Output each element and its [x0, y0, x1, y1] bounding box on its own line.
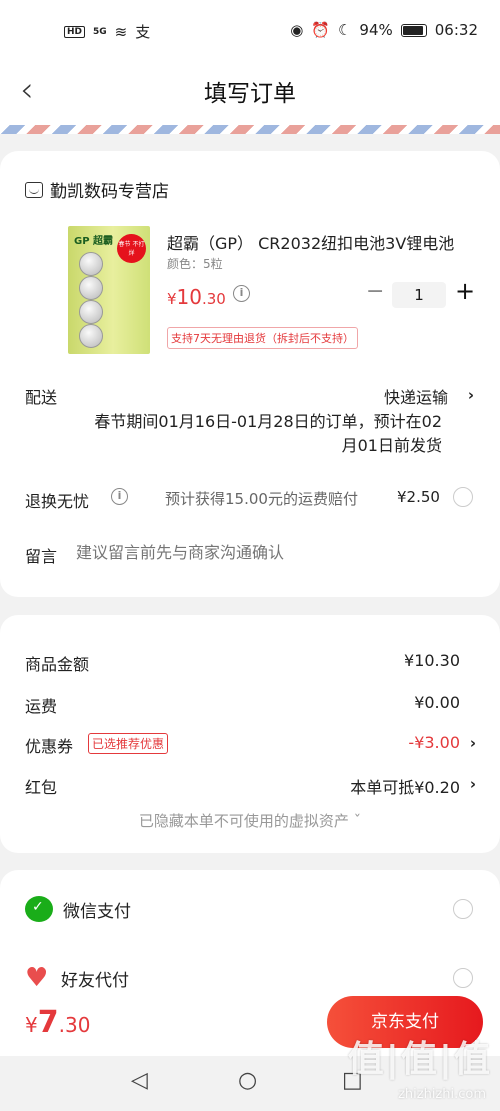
- watermark-logo: 值|值|值: [347, 1039, 492, 1080]
- wifi-icon: ≋: [114, 22, 128, 41]
- message-input[interactable]: [76, 543, 436, 562]
- hd-indicator: HD: [64, 25, 86, 38]
- nav-bar: ‹ 填写订单: [0, 60, 500, 128]
- product-image-brand: GP 超霸: [74, 236, 114, 247]
- battery-cell-2: [79, 276, 103, 300]
- shop-header[interactable]: 勤凯数码专营店: [25, 177, 169, 202]
- clock: 06:32: [434, 21, 478, 39]
- battery-cell-1: [79, 252, 103, 276]
- delivery-note: 春节期间01月16日-01月28日的订单，预计在02月01日前发货: [94, 412, 442, 455]
- address-envelope-border: [0, 125, 500, 134]
- festival-badge: 春节 不打烊: [117, 234, 146, 263]
- returns-label: 退换无忧: [25, 492, 90, 511]
- price-info-icon[interactable]: i: [233, 285, 250, 302]
- nav-back-icon[interactable]: ◁: [131, 1068, 148, 1093]
- total-int: 7: [37, 1005, 59, 1040]
- shipping-value: ¥0.00: [414, 693, 460, 712]
- wechat-radio[interactable]: [453, 899, 473, 919]
- returns-price: ¥2.50: [397, 488, 440, 506]
- status-bar: HD 5G ≋ 支 ◉ ⏰ ☾ 94% 06:32: [0, 0, 500, 60]
- shipping-label: 运费: [25, 697, 58, 716]
- alipay-icon: 支: [135, 23, 151, 41]
- returns-text: 预计获得15.00元的运费赔付: [165, 490, 358, 508]
- price-dec: .30: [202, 290, 226, 308]
- chevron-right-icon[interactable]: ›: [470, 775, 476, 793]
- wechat-pay-icon: [25, 896, 53, 922]
- signal-icon: 5G: [93, 26, 107, 37]
- friend-pay-label: 好友代付: [61, 970, 129, 991]
- battery-icon: [400, 23, 427, 37]
- product-name[interactable]: 超霸（GP） CR2032纽扣电池3V锂电池: [167, 230, 467, 254]
- returns-info-icon[interactable]: i: [111, 488, 128, 505]
- friend-radio[interactable]: [453, 968, 473, 988]
- chevron-right-icon[interactable]: ›: [468, 386, 474, 404]
- payment-wechat[interactable]: 微信支付: [25, 896, 131, 922]
- wechat-pay-label: 微信支付: [63, 901, 131, 922]
- battery-percent: 94%: [359, 21, 393, 39]
- price-int: 10: [176, 285, 202, 309]
- summary-card: 商品金额 ¥10.30 运费 ¥0.00 优惠券 已选推荐优惠 -¥3.00 ›…: [0, 615, 500, 853]
- quantity-minus-button[interactable]: −: [366, 279, 384, 304]
- goods-amount-value: ¥10.30: [404, 651, 460, 670]
- redpacket-value[interactable]: 本单可抵¥0.20: [350, 774, 460, 798]
- delivery-method[interactable]: 快递运输: [384, 384, 448, 408]
- message-label: 留言: [25, 547, 58, 566]
- watermark-url: zhizhizhi.com: [398, 1087, 486, 1102]
- product-price: ¥10.30: [167, 285, 226, 309]
- delivery-label: 配送: [25, 388, 58, 407]
- coupon-value[interactable]: -¥3.00: [408, 733, 460, 752]
- goods-amount-label: 商品金额: [25, 655, 90, 674]
- page-title: 填写订单: [204, 81, 296, 107]
- moon-icon: ☾: [337, 21, 352, 39]
- total-dec: .30: [58, 1013, 91, 1037]
- total-symbol: ¥: [25, 1013, 38, 1037]
- return-policy-badge: 支持7天无理由退货（拆封后不支持）: [167, 327, 358, 349]
- alarm-icon: ⏰: [311, 21, 330, 39]
- coupon-tag: 已选推荐优惠: [88, 733, 169, 754]
- eye-icon: ◉: [290, 21, 304, 39]
- price-symbol: ¥: [167, 290, 177, 308]
- quantity-plus-button[interactable]: +: [455, 277, 475, 305]
- quantity-input[interactable]: 1: [392, 282, 446, 308]
- chevron-right-icon[interactable]: ›: [470, 734, 476, 752]
- nav-home-icon[interactable]: ○: [238, 1068, 257, 1093]
- shop-name: 勤凯数码专营店: [50, 182, 169, 202]
- battery-cell-4: [79, 324, 103, 348]
- shop-icon: [25, 181, 43, 198]
- order-card: 勤凯数码专营店 GP 超霸 春节 不打烊 超霸（GP） CR2032纽扣电池3V…: [0, 151, 500, 597]
- total-price: ¥7.30: [25, 1005, 90, 1040]
- product-spec: 颜色：5粒: [167, 257, 223, 271]
- hidden-assets-toggle[interactable]: 已隐藏本单不可使用的虚拟资产 ˇ: [0, 810, 500, 831]
- battery-cell-3: [79, 300, 103, 324]
- returns-radio[interactable]: [453, 487, 473, 507]
